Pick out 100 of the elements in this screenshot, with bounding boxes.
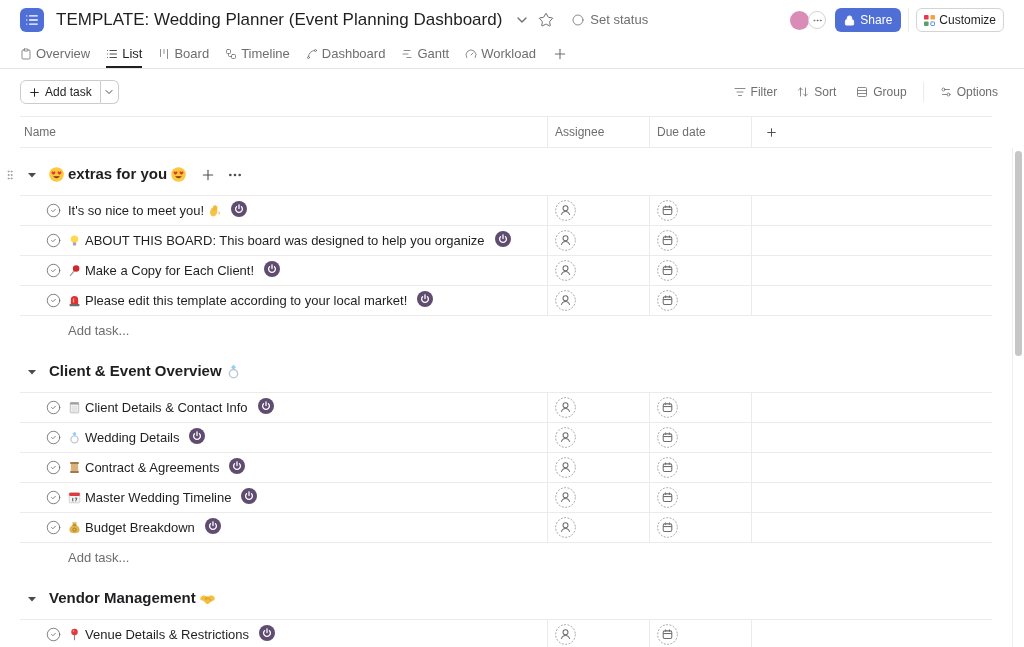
heart-eyes-face-icon — [49, 167, 64, 182]
due-date-placeholder-icon[interactable] — [657, 397, 678, 418]
power-icon[interactable] — [231, 200, 248, 217]
complete-check-icon[interactable] — [46, 460, 61, 475]
assignee-placeholder-icon[interactable] — [555, 260, 576, 281]
gauge-icon — [465, 48, 478, 60]
due-date-placeholder-icon[interactable] — [657, 230, 678, 251]
assignee-placeholder-icon[interactable] — [555, 457, 576, 478]
assignee-placeholder-icon[interactable] — [555, 290, 576, 311]
power-icon[interactable] — [204, 517, 221, 534]
view-tab[interactable]: Gantt — [401, 40, 450, 68]
assignee-placeholder-icon[interactable] — [555, 624, 576, 645]
toolbar-button[interactable]: Options — [939, 83, 998, 101]
add-task-link[interactable]: Add task... — [68, 320, 130, 341]
lock-icon — [844, 14, 856, 26]
complete-check-icon[interactable] — [46, 203, 61, 218]
line-chart-icon — [305, 48, 318, 60]
task-name[interactable]: Client Details & Contact Info — [85, 397, 248, 418]
scroll-icon — [68, 461, 81, 474]
complete-check-icon[interactable] — [46, 233, 61, 248]
assignee-placeholder-icon[interactable] — [555, 487, 576, 508]
workflow-icon — [225, 48, 238, 60]
sort-icon — [797, 86, 810, 98]
power-icon[interactable] — [417, 290, 434, 307]
toolbar-button[interactable]: Group — [856, 83, 907, 101]
task-name[interactable]: Budget Breakdown — [85, 517, 195, 538]
plus-icon — [28, 85, 41, 99]
task-name[interactable]: ABOUT THIS BOARD: This board was designed to help you organize — [85, 230, 485, 251]
power-icon[interactable] — [229, 457, 246, 474]
power-icon[interactable] — [189, 427, 206, 444]
view-tab[interactable]: Overview — [20, 40, 91, 68]
complete-check-icon[interactable] — [46, 400, 61, 415]
section-title: Vendor Management — [49, 588, 196, 609]
complete-check-icon[interactable] — [46, 520, 61, 535]
calendar-page-icon — [68, 491, 81, 504]
money-bag-icon — [68, 521, 81, 534]
rows-icon — [856, 86, 869, 98]
due-date-placeholder-icon[interactable] — [657, 290, 678, 311]
task-name[interactable]: Make a Copy for Each Client! — [85, 260, 255, 281]
power-icon[interactable] — [259, 624, 276, 641]
drag-handle-icon[interactable] — [4, 168, 16, 181]
due-date-placeholder-icon[interactable] — [657, 487, 678, 508]
power-icon[interactable] — [241, 487, 258, 504]
due-date-placeholder-icon[interactable] — [657, 517, 678, 538]
assignee-placeholder-icon[interactable] — [555, 427, 576, 448]
ring-icon — [68, 431, 81, 444]
due-date-placeholder-icon[interactable] — [657, 260, 678, 281]
task-name[interactable]: Venue Details & Restrictions — [85, 624, 250, 645]
notepad-icon — [68, 401, 81, 414]
project-title[interactable]: TEMPLATE: Wedding Planner (Event Planning Dashboard) — [56, 7, 503, 33]
add-column-icon[interactable] — [765, 125, 778, 139]
power-icon[interactable] — [257, 397, 274, 414]
column-header[interactable]: Assignee — [555, 123, 605, 141]
complete-check-icon[interactable] — [46, 293, 61, 308]
view-tab[interactable]: Dashboard — [305, 40, 386, 68]
task-name[interactable]: Please edit this template according to your local market! — [85, 290, 408, 311]
complete-check-icon[interactable] — [46, 263, 61, 278]
task-name[interactable]: Master Wedding Timeline — [85, 487, 232, 508]
view-tab[interactable]: Timeline — [225, 40, 290, 68]
assignee-placeholder-icon[interactable] — [555, 230, 576, 251]
complete-check-icon[interactable] — [46, 430, 61, 445]
scrollbar-thumb[interactable] — [1015, 151, 1022, 356]
share-button[interactable]: Share — [835, 8, 902, 32]
customize-button[interactable]: Customize — [916, 8, 1004, 32]
view-tab[interactable]: Workload — [465, 40, 536, 68]
task-name[interactable]: Contract & Agreements — [85, 457, 220, 478]
due-date-placeholder-icon[interactable] — [657, 624, 678, 645]
toolbar-button[interactable]: Sort — [797, 83, 837, 101]
view-tab[interactable]: List — [106, 40, 143, 68]
assignee-placeholder-icon[interactable] — [555, 517, 576, 538]
complete-check-icon[interactable] — [46, 490, 61, 505]
power-icon[interactable] — [264, 260, 281, 277]
clipboard-icon — [20, 48, 32, 60]
view-tab[interactable]: Board — [158, 40, 210, 68]
location-pin-icon — [68, 628, 81, 641]
avatar[interactable] — [790, 10, 810, 30]
project-icon — [20, 8, 44, 32]
gantt-icon — [401, 48, 414, 60]
list-icon — [106, 48, 119, 60]
complete-check-icon[interactable] — [46, 627, 61, 642]
toolbar-button[interactable]: Filter — [733, 83, 778, 101]
siren-light-icon — [68, 294, 81, 307]
column-header[interactable]: Name — [24, 123, 56, 141]
star-icon[interactable] — [538, 12, 555, 28]
task-name[interactable]: It's so nice to meet you! — [68, 200, 205, 221]
power-icon[interactable] — [494, 230, 511, 247]
add-task-menu-button[interactable] — [100, 80, 119, 104]
due-date-placeholder-icon[interactable] — [657, 427, 678, 448]
assignee-placeholder-icon[interactable] — [555, 200, 576, 221]
set-status-button[interactable]: Set status — [572, 10, 649, 30]
add-task-link[interactable]: Add task... — [68, 547, 130, 568]
task-name[interactable]: Wedding Details — [85, 427, 180, 448]
waving-hand-icon — [208, 204, 222, 217]
add-task-button[interactable]: Add task — [20, 80, 101, 104]
due-date-placeholder-icon[interactable] — [657, 457, 678, 478]
filter-icon — [733, 86, 746, 98]
sliders-icon — [939, 86, 952, 98]
assignee-placeholder-icon[interactable] — [555, 397, 576, 418]
column-header[interactable]: Due date — [657, 123, 706, 141]
due-date-placeholder-icon[interactable] — [657, 200, 678, 221]
